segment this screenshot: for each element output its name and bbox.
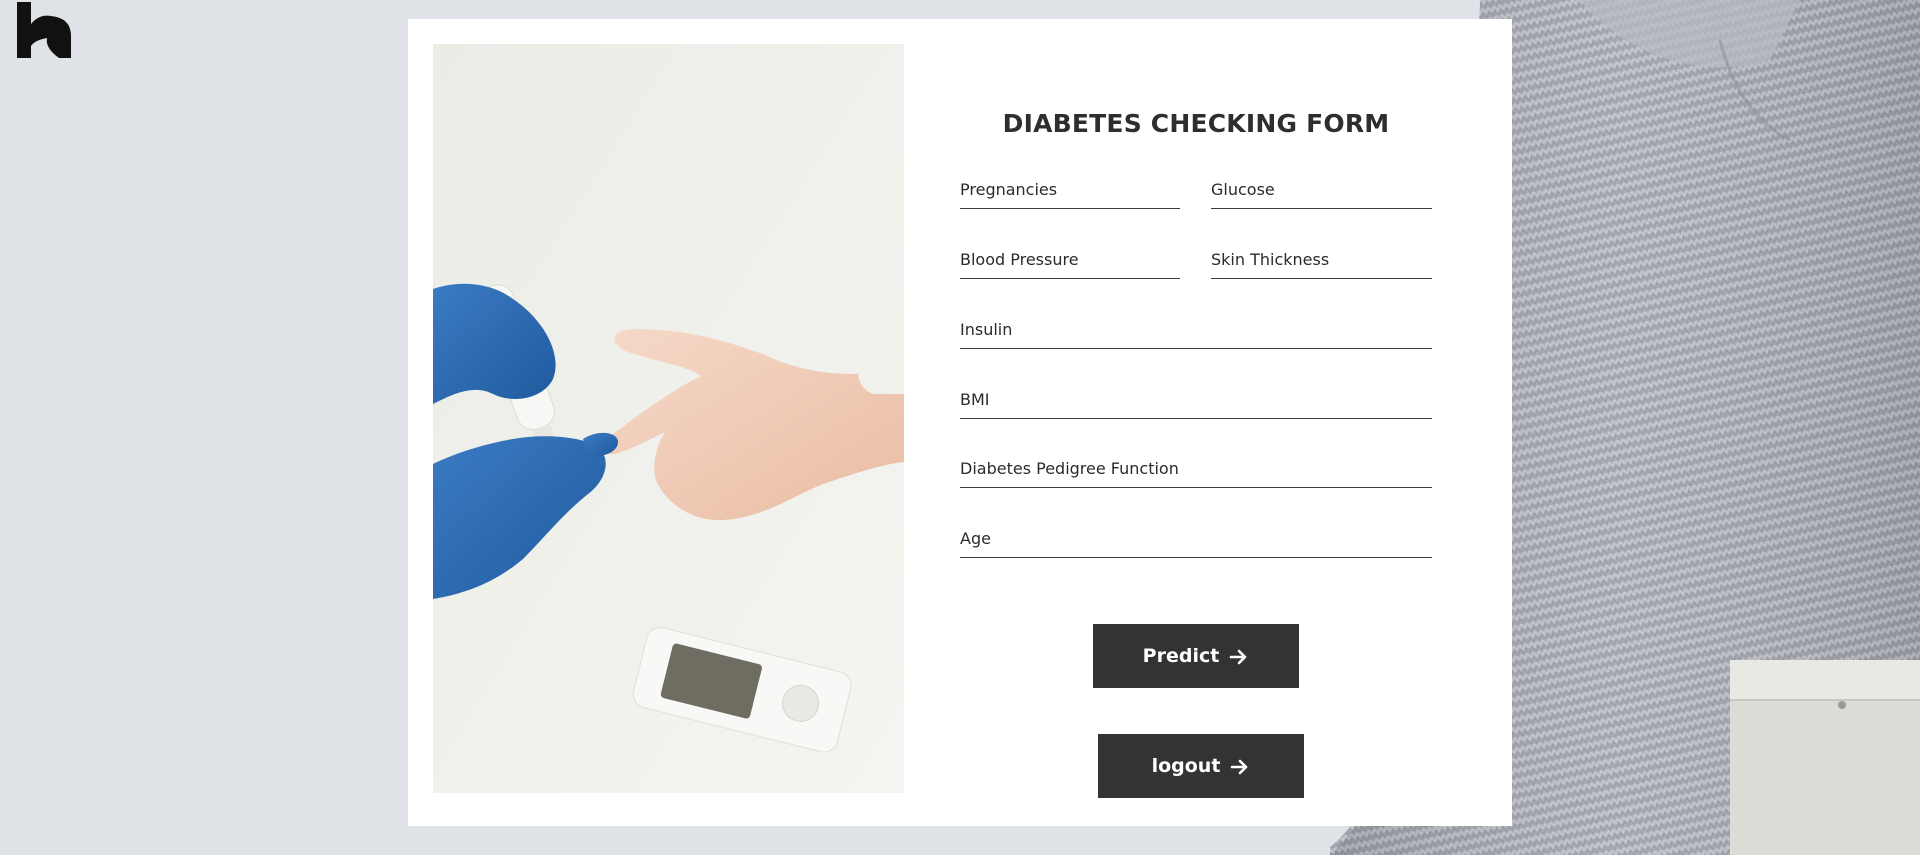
brand-logo-icon[interactable]: [17, 2, 71, 58]
logout-button-label: logout: [1151, 755, 1221, 777]
glucose-field[interactable]: Glucose: [1211, 174, 1436, 210]
form-title: DIABETES CHECKING FORM: [1002, 109, 1390, 138]
pregnancies-input[interactable]: [960, 174, 1184, 210]
predict-button[interactable]: Predict: [1093, 624, 1299, 688]
age-input[interactable]: [960, 523, 1436, 559]
bmi-input[interactable]: [960, 384, 1436, 420]
glucose-input[interactable]: [1211, 174, 1436, 210]
skin-thickness-field[interactable]: Skin Thickness: [1211, 244, 1436, 280]
bmi-field[interactable]: BMI: [960, 384, 1436, 420]
pedigree-input[interactable]: [960, 453, 1436, 489]
predict-button-label: Predict: [1142, 645, 1220, 667]
insulin-field[interactable]: Insulin: [960, 314, 1436, 350]
insulin-input[interactable]: [960, 314, 1436, 350]
form-card: DIABETES CHECKING FORM Pregnancies Gluco…: [408, 19, 1512, 826]
skin-thickness-input[interactable]: [1211, 244, 1436, 280]
diabetes-form: DIABETES CHECKING FORM Pregnancies Gluco…: [960, 44, 1436, 798]
age-field[interactable]: Age: [960, 523, 1436, 559]
logout-button[interactable]: logout: [1098, 734, 1304, 798]
blood-pressure-field[interactable]: Blood Pressure: [960, 244, 1184, 280]
pedigree-field[interactable]: Diabetes Pedigree Function: [960, 453, 1436, 489]
glucose-test-photo: [433, 44, 904, 793]
arrow-right-icon: [1229, 648, 1249, 665]
blood-pressure-input[interactable]: [960, 244, 1184, 280]
arrow-right-icon: [1230, 758, 1250, 775]
pregnancies-field[interactable]: Pregnancies: [960, 174, 1184, 210]
